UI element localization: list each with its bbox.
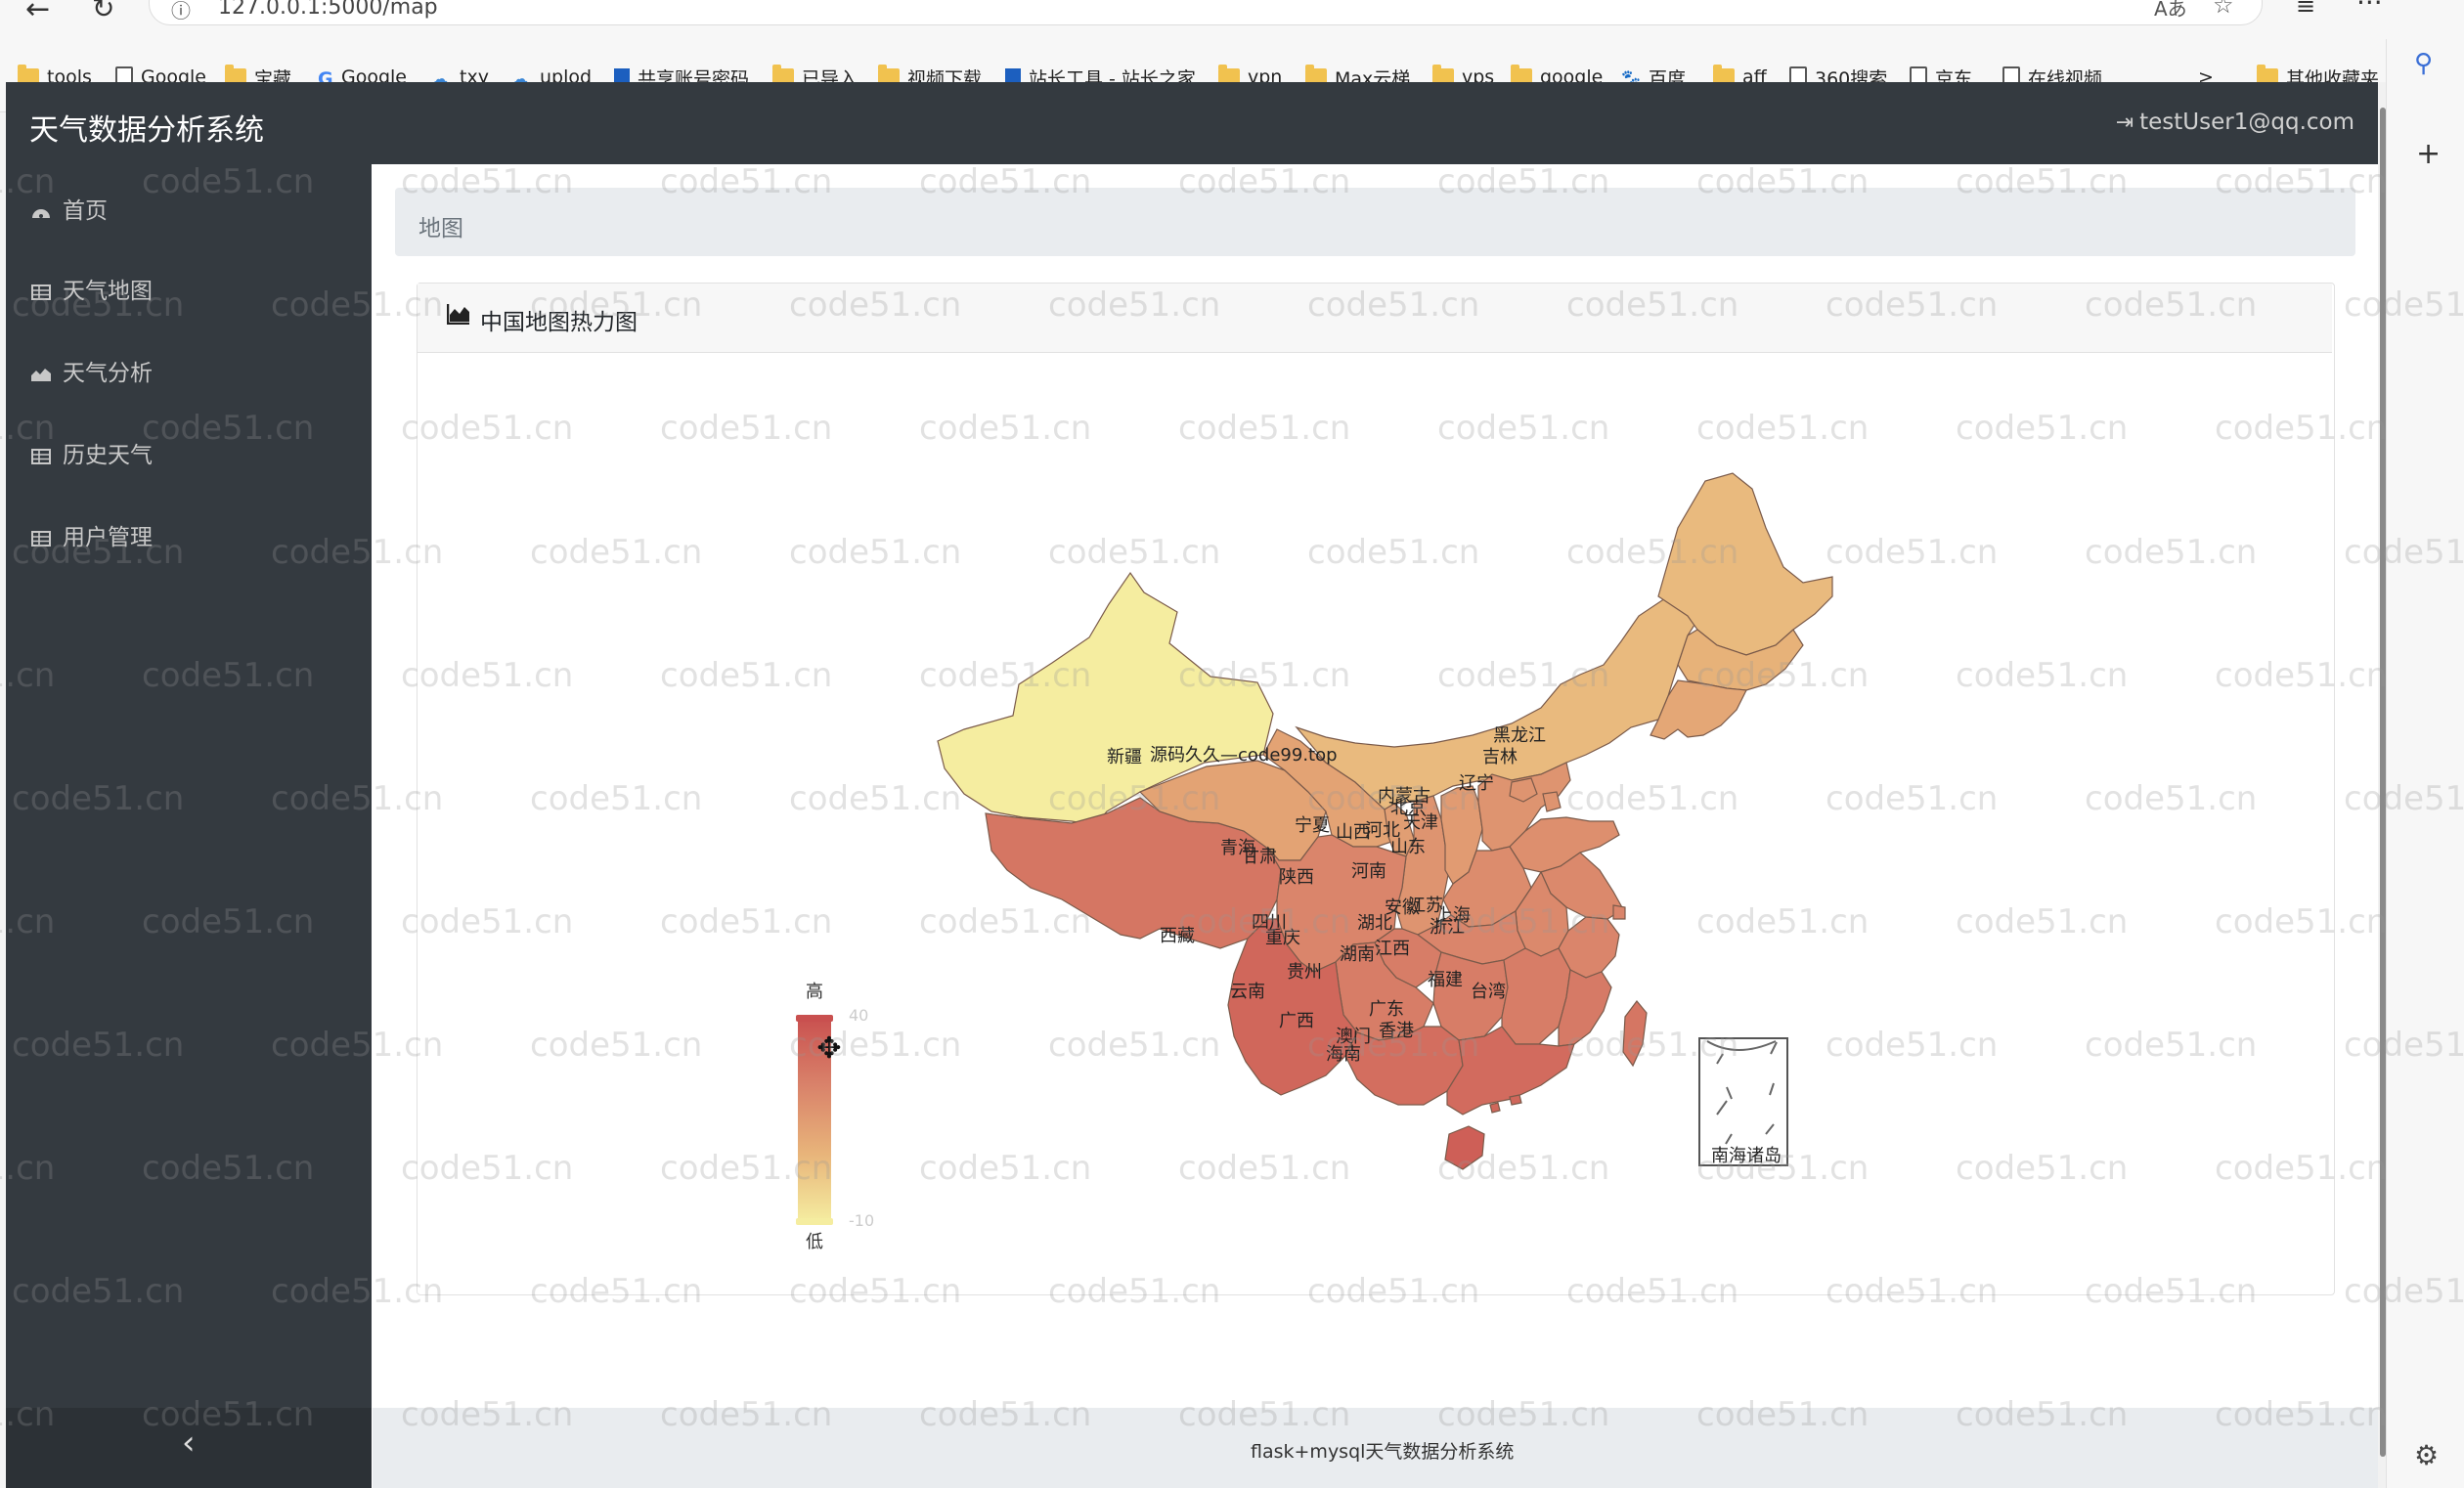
region-label: 浙江: [1430, 917, 1465, 938]
region-label: 云南: [1230, 982, 1265, 1002]
region-label: 湖南: [1340, 944, 1375, 965]
read-aloud-icon[interactable]: Aあ: [2154, 0, 2187, 22]
search-icon[interactable]: ⚲: [2414, 49, 2433, 78]
settings-gear-icon[interactable]: ⚙: [2414, 1439, 2439, 1471]
scrollbar-thumb[interactable]: [2380, 108, 2386, 1457]
visual-map-value: -10: [849, 1211, 874, 1230]
area-chart-icon: [446, 303, 470, 326]
region-label: 甘肃: [1242, 847, 1277, 867]
sidebar-item-label: 历史天气: [63, 443, 153, 468]
footer: flask+mysql天气数据分析系统: [373, 1408, 2378, 1488]
logout-icon: ⇥: [2115, 109, 2134, 135]
region-海南[interactable]: [1444, 1125, 1485, 1170]
table-icon: [31, 445, 51, 464]
visual-map-handle[interactable]: [796, 1015, 833, 1022]
card-title: 中国地图热力图: [480, 310, 638, 335]
browser-toolbar: ← ↻ ⓘ 127.0.0.1:5000/map Aあ ☆ ≡ ···: [0, 0, 2464, 39]
region-台湾[interactable]: [1622, 1000, 1648, 1068]
move-cursor-icon: ✥: [816, 1031, 841, 1066]
more-icon[interactable]: ···: [2356, 0, 2383, 19]
sidebar-item-label: 首页: [63, 198, 108, 224]
region-label: 河南: [1351, 861, 1386, 882]
region-label: 福建: [1428, 970, 1463, 990]
favorite-star-icon[interactable]: ☆: [2213, 0, 2234, 19]
region-label: 天津: [1403, 812, 1438, 833]
region-天津[interactable]: [1542, 791, 1562, 812]
breadcrumb: 地图: [395, 188, 2355, 256]
footer-text: flask+mysql天气数据分析系统: [1251, 1441, 1515, 1463]
region-上海[interactable]: [1612, 904, 1626, 920]
add-icon[interactable]: +: [2416, 137, 2441, 171]
sidebar-item-label: 天气分析: [63, 361, 153, 386]
region-香港[interactable]: [1509, 1094, 1522, 1106]
area-chart-icon: [31, 363, 51, 381]
breadcrumb-item: 地图: [418, 216, 463, 241]
sidebar-item[interactable]: 天气地图: [31, 272, 153, 305]
region-label: 辽宁: [1459, 773, 1494, 794]
top-navbar: [6, 82, 2378, 164]
back-icon[interactable]: ←: [25, 0, 50, 26]
info-icon[interactable]: ⓘ: [171, 0, 191, 23]
region-label: 广东: [1369, 999, 1404, 1020]
region-label: 吉林: [1482, 747, 1518, 767]
sidebar-item-label: 用户管理: [63, 525, 153, 550]
map-overlay-text: 源码久久—code99.top: [1150, 745, 1338, 766]
address-bar[interactable]: ⓘ 127.0.0.1:5000/map Aあ ☆: [149, 0, 2263, 25]
visual-map-legend: 高低 40 -10 ✥: [796, 982, 874, 1252]
table-icon: [31, 281, 51, 300]
sidebar-item-label: 天气地图: [63, 279, 153, 304]
visual-map-value: 40: [849, 1006, 868, 1025]
sidebar-collapse-button[interactable]: ‹: [6, 1408, 372, 1488]
visual-map-label: 低: [806, 1232, 823, 1252]
region-label: 台湾: [1471, 982, 1506, 1002]
region-label: 广西: [1279, 1011, 1314, 1031]
url-text[interactable]: 127.0.0.1:5000/map: [218, 0, 438, 20]
region-label: 西藏: [1160, 926, 1195, 946]
app-title[interactable]: 天气数据分析系统: [29, 106, 264, 149]
china-heatmap[interactable]: 新疆西藏青海甘肃内蒙古黑龙江吉林辽宁宁夏陕西山西河北北京天津山东河南江苏安徽 上海…: [417, 352, 2333, 1292]
user-menu[interactable]: ⇥ testUser1@qq.com: [2116, 109, 2354, 135]
region-label: 新疆: [1107, 747, 1142, 767]
sidebar-item[interactable]: 历史天气: [31, 436, 153, 469]
region-label: 湖北: [1357, 913, 1392, 934]
collections-icon[interactable]: ≡: [2296, 0, 2315, 20]
region-label: 南海诸岛: [1711, 1146, 1782, 1166]
region-label: 黑龙江: [1493, 725, 1546, 746]
sidebar-item[interactable]: 天气分析: [31, 354, 153, 387]
region-label: 宁夏: [1295, 815, 1330, 836]
refresh-icon[interactable]: ↻: [92, 0, 114, 24]
browser-side-panel: ⚲ + ⚙: [2386, 39, 2464, 1488]
sidebar-item[interactable]: 用户管理: [31, 518, 153, 551]
dashboard-icon: [31, 200, 51, 218]
chevron-left-icon: ‹: [182, 1423, 196, 1463]
region-label: 香港: [1379, 1021, 1414, 1041]
region-澳门[interactable]: [1489, 1102, 1501, 1114]
region-label: 陕西: [1279, 867, 1314, 888]
region-label: 海南: [1326, 1044, 1361, 1065]
table-icon: [31, 527, 51, 547]
sidebar-item[interactable]: 首页: [31, 192, 108, 225]
region-label: 贵州: [1287, 962, 1322, 983]
visual-map-label: 高: [806, 982, 823, 1002]
user-email: testUser1@qq.com: [2139, 109, 2354, 135]
visual-map-handle[interactable]: [796, 1218, 833, 1225]
region-label: 江西: [1375, 939, 1410, 959]
region-label: 山东: [1390, 837, 1426, 857]
region-label: 重庆: [1265, 928, 1300, 948]
card-header: 中国地图热力图: [418, 284, 2332, 353]
